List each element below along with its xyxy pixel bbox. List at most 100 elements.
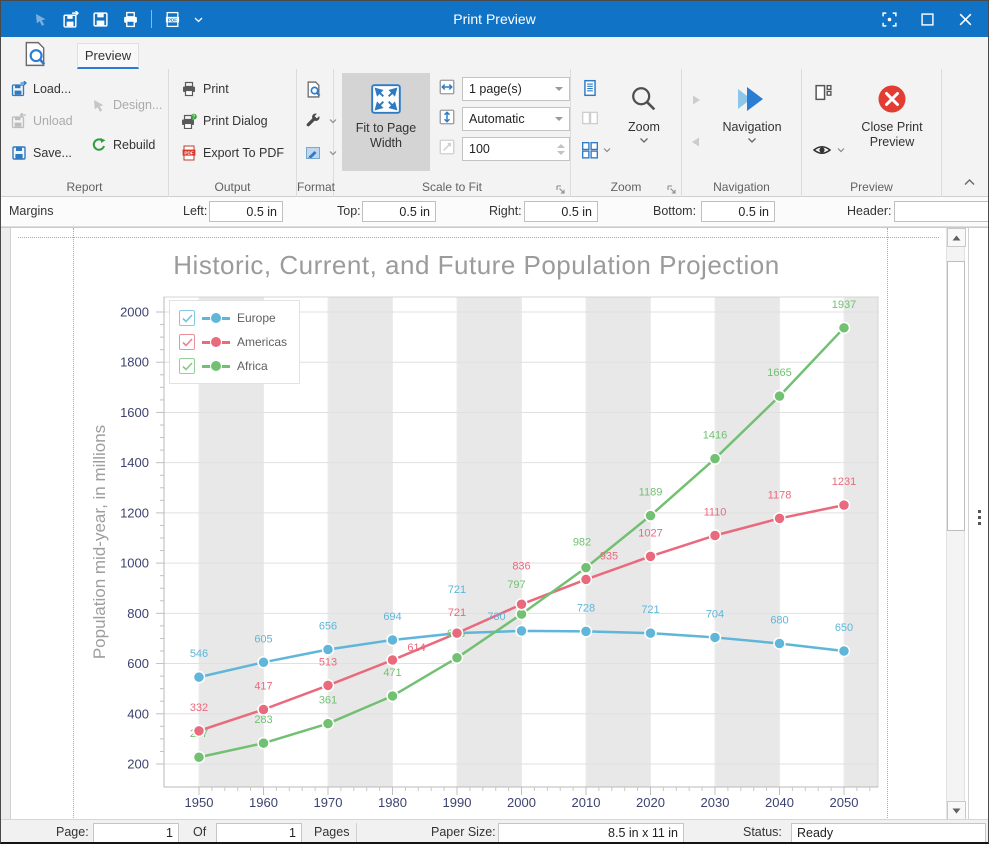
close-preview-icon <box>876 83 908 115</box>
margin-top-label: Top: <box>337 204 361 218</box>
save-label: Save... <box>33 146 72 160</box>
header-footer-button[interactable] <box>305 81 322 98</box>
svg-text:721: 721 <box>448 584 466 596</box>
group-preview: Close Print Preview Preview <box>802 69 942 197</box>
zoom-icon <box>629 85 659 115</box>
svg-text:614: 614 <box>407 642 425 654</box>
legend-checkbox-icon[interactable] <box>179 310 195 326</box>
design-button[interactable]: Design... <box>91 97 162 113</box>
svg-text:1110: 1110 <box>704 506 727 518</box>
splitter-dots-icon <box>978 510 981 525</box>
margin-right-label: Right: <box>489 204 522 218</box>
group-navigation-label: Navigation <box>682 180 801 194</box>
legend-checkbox-icon[interactable] <box>179 358 195 374</box>
margin-top-input[interactable] <box>362 201 436 222</box>
collapse-ribbon-icon[interactable] <box>963 173 976 191</box>
rebuild-button[interactable]: Rebuild <box>91 137 155 153</box>
maximize-icon[interactable] <box>912 5 942 33</box>
status-value <box>791 823 986 843</box>
tab-preview[interactable]: Preview <box>77 43 139 69</box>
legend-item-africa[interactable]: Africa <box>179 356 287 376</box>
fit-to-page-width-button[interactable]: Fit to Page Width <box>342 73 430 171</box>
legend-checkbox-icon[interactable] <box>179 334 195 350</box>
ribbon-tab-row: Preview <box>1 37 988 69</box>
svg-text:1980: 1980 <box>378 795 407 810</box>
scroll-up-icon[interactable] <box>947 228 966 247</box>
rebuild-label: Rebuild <box>113 138 155 152</box>
watermark-button[interactable] <box>305 145 321 161</box>
svg-text:721: 721 <box>448 607 466 619</box>
spin-up-icon[interactable] <box>557 144 565 148</box>
svg-text:471: 471 <box>383 667 401 679</box>
margin-left-label: Left: <box>183 204 207 218</box>
svg-text:600: 600 <box>127 656 149 671</box>
svg-text:1960: 1960 <box>249 795 278 810</box>
svg-text:704: 704 <box>706 608 724 620</box>
load-label: Load... <box>33 82 71 96</box>
legend-item-americas[interactable]: Americas <box>179 332 287 352</box>
margin-header-input[interactable] <box>894 201 989 222</box>
group-format-label: Format <box>297 180 333 194</box>
scale-dialog-launcher-icon[interactable] <box>555 182 566 193</box>
svg-text:721: 721 <box>641 604 659 616</box>
customize-button[interactable] <box>305 113 321 129</box>
unload-button[interactable]: Unload <box>11 113 73 129</box>
svg-text:2030: 2030 <box>701 795 730 810</box>
spin-down-icon[interactable] <box>557 151 565 155</box>
svg-text:1600: 1600 <box>120 405 149 420</box>
svg-text:332: 332 <box>190 702 208 714</box>
margin-left-input[interactable] <box>209 201 283 222</box>
watermark-icon <box>305 145 321 161</box>
svg-text:605: 605 <box>254 633 272 645</box>
print-button[interactable]: Print <box>181 81 229 97</box>
fit-width-icon[interactable] <box>438 78 456 101</box>
print-dialog-button[interactable]: ? Print Dialog <box>181 113 268 129</box>
svg-text:836: 836 <box>512 560 530 572</box>
svg-text:2040: 2040 <box>765 795 794 810</box>
fit-height-icon[interactable] <box>438 108 456 131</box>
scrollbar-thumb[interactable] <box>947 261 965 531</box>
svg-text:694: 694 <box>383 611 401 623</box>
scale-percent-spinner[interactable]: 100 <box>462 137 570 161</box>
watermark-visibility-button[interactable] <box>812 143 845 157</box>
page-number-input[interactable] <box>93 823 179 843</box>
preview-app-icon <box>23 41 47 72</box>
page-count-combo[interactable]: 1 page(s) <box>462 77 570 101</box>
print-preview-window: PDF Print Preview Preview <box>0 0 989 844</box>
svg-text:2000: 2000 <box>120 305 149 320</box>
zoom-dialog-launcher-icon[interactable] <box>666 182 677 193</box>
vertical-scrollbar[interactable] <box>946 228 965 820</box>
paper-size-input[interactable] <box>498 823 684 843</box>
chart-title: Historic, Current, and Future Population… <box>11 250 942 281</box>
margin-header-label: Header: <box>847 204 891 218</box>
svg-text:400: 400 <box>127 706 149 721</box>
close-print-preview-button[interactable]: Close Print Preview <box>848 73 936 171</box>
page-count-input[interactable] <box>216 823 302 843</box>
zoom-chevron-icon <box>639 137 649 144</box>
capture-icon[interactable] <box>874 5 904 33</box>
close-icon[interactable] <box>950 5 980 33</box>
navigation-button[interactable]: Navigation <box>710 73 794 171</box>
margin-bottom-input[interactable] <box>701 201 775 222</box>
group-report-label: Report <box>1 180 168 194</box>
load-button[interactable]: Load... <box>11 81 71 97</box>
svg-text:1800: 1800 <box>120 355 149 370</box>
save-button[interactable]: Save... <box>11 145 72 161</box>
multi-page-view-button[interactable] <box>581 141 611 159</box>
export-pdf-button[interactable]: PDF Export To PDF <box>181 145 284 161</box>
svg-text:2010: 2010 <box>572 795 601 810</box>
print-dialog-label: Print Dialog <box>203 114 268 128</box>
legend-item-europe[interactable]: Europe <box>179 308 287 328</box>
svg-text:1178: 1178 <box>768 489 792 501</box>
page-height-combo[interactable]: Automatic <box>462 107 570 131</box>
margin-right-input[interactable] <box>524 201 598 222</box>
thumbnails-splitter[interactable] <box>968 228 989 820</box>
page-label: Page: <box>56 825 89 839</box>
scroll-down-icon[interactable] <box>947 801 966 820</box>
combo-chevron-icon <box>555 117 563 121</box>
thumbnails-button[interactable] <box>814 83 833 107</box>
zoom-button[interactable]: Zoom <box>613 73 675 171</box>
page-height-value: Automatic <box>469 112 555 126</box>
margins-title: Margins <box>9 204 53 218</box>
page-width-view-button[interactable] <box>581 79 599 102</box>
